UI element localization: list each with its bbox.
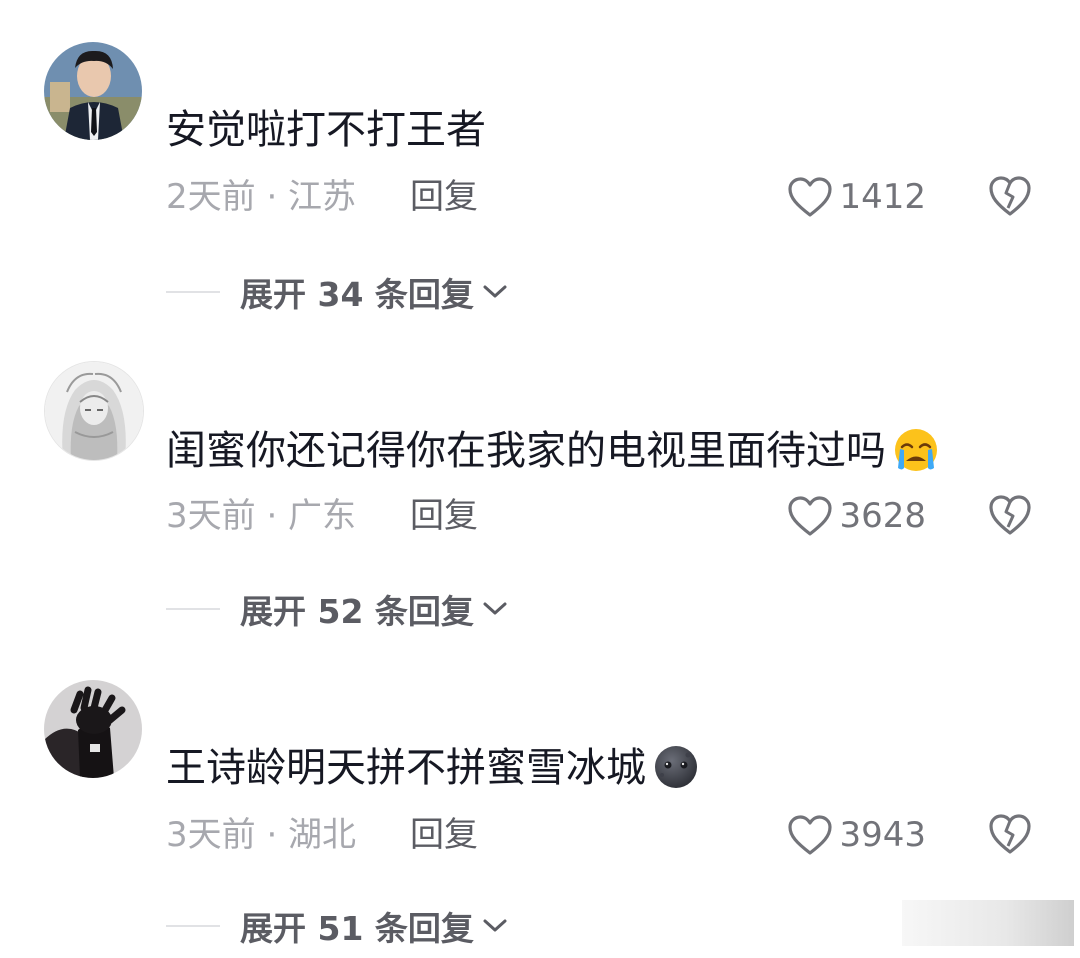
comment-text: 安觉啦打不打王者: [166, 107, 486, 153]
reply-button[interactable]: 回复: [410, 489, 478, 543]
chevron-down-icon: [483, 285, 507, 298]
expand-replies-label: 展开 34 条回复: [240, 275, 474, 314]
divider-line: [166, 608, 220, 610]
like-count: 1412: [839, 177, 926, 217]
comment-meta: 3天前 · 广东: [166, 496, 357, 536]
expand-replies-button[interactable]: 展开 52 条回复: [166, 579, 508, 639]
divider-line: [166, 925, 220, 927]
like-button[interactable]: 1412: [787, 172, 926, 222]
heart-outline-icon: [788, 177, 833, 217]
crying-face-emoji: [888, 428, 944, 472]
broken-heart-icon: [989, 814, 1031, 854]
avatar-image: [44, 680, 142, 778]
comment-text: 王诗龄明天拼不拼蜜雪冰城: [166, 738, 704, 798]
divider-line: [166, 291, 220, 293]
comment-meta: 2天前 · 江苏: [166, 177, 357, 217]
like-count: 3628: [839, 496, 926, 536]
like-button[interactable]: 3628: [787, 491, 926, 541]
dislike-button[interactable]: [988, 813, 1032, 855]
chevron-down-icon: [483, 919, 507, 932]
dislike-button[interactable]: [988, 494, 1032, 536]
expand-replies-label: 展开 52 条回复: [240, 592, 474, 631]
avatar-image: [44, 42, 142, 140]
comment-meta: 3天前 · 湖北: [166, 815, 357, 855]
comment-text: 闺蜜你还记得你在我家的电视里面待过吗: [166, 421, 944, 481]
dislike-button[interactable]: [988, 175, 1032, 217]
like-count: 3943: [839, 815, 926, 855]
broken-heart-icon: [989, 495, 1031, 535]
avatar-image: [45, 362, 143, 460]
comment-item: 闺蜜你还记得你在我家的电视里面待过吗 3天前 · 广东 回复 3628 展开 5…: [0, 319, 1080, 639]
avatar[interactable]: [44, 680, 142, 778]
blurred-watermark: [902, 900, 1074, 946]
avatar[interactable]: [44, 361, 144, 461]
dark-moon-face-emoji: [648, 745, 704, 789]
avatar[interactable]: [44, 42, 142, 140]
heart-outline-icon: [788, 496, 833, 536]
expand-replies-label: 展开 51 条回复: [240, 909, 474, 948]
like-button[interactable]: 3943: [787, 810, 926, 860]
expand-replies-button[interactable]: 展开 34 条回复: [166, 262, 508, 322]
reply-button[interactable]: 回复: [410, 170, 478, 224]
broken-heart-icon: [989, 176, 1031, 216]
expand-replies-button[interactable]: 展开 51 条回复: [166, 896, 508, 956]
chevron-down-icon: [483, 602, 507, 615]
reply-button[interactable]: 回复: [410, 808, 478, 862]
heart-outline-icon: [788, 815, 833, 855]
comment-item: 安觉啦打不打王者 2天前 · 江苏 回复 1412 展开 34 条回复: [0, 0, 1080, 320]
